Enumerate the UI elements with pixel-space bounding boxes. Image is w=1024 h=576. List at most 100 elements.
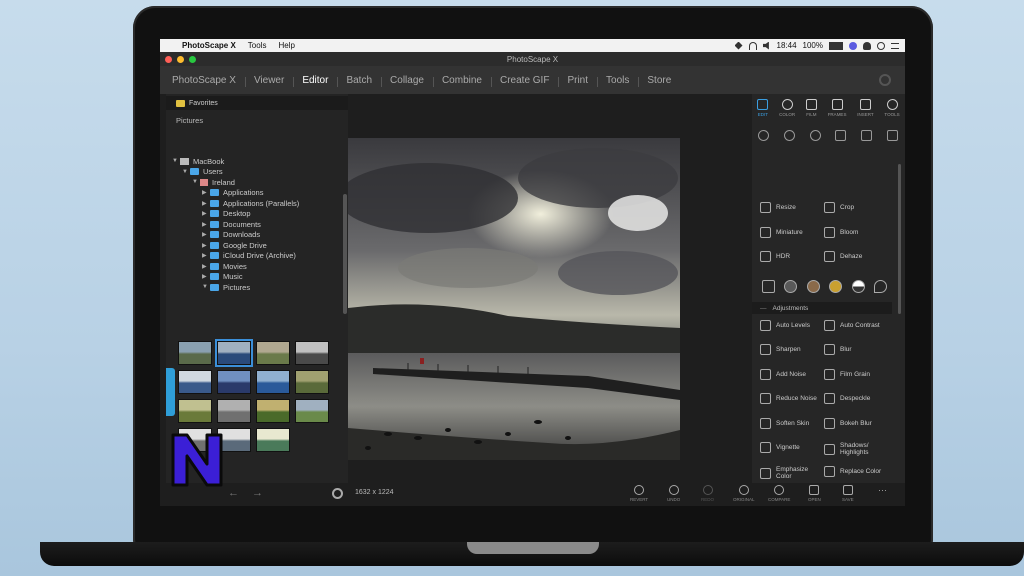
disclosure-closed-icon[interactable]: ▶ bbox=[202, 252, 210, 259]
tree-item[interactable]: ▶ Music bbox=[172, 272, 340, 283]
tab-print[interactable]: Print bbox=[558, 75, 597, 87]
filter-preset-3-icon[interactable] bbox=[829, 280, 843, 293]
tab-editor[interactable]: Editor bbox=[293, 75, 337, 87]
disclosure-closed-icon[interactable]: ▶ bbox=[202, 210, 210, 217]
thumbnail-image[interactable] bbox=[217, 370, 251, 394]
tree-item[interactable]: ▶ Google Drive bbox=[172, 240, 340, 251]
thumbnail-image[interactable] bbox=[256, 428, 290, 452]
menubar-tools[interactable]: Tools bbox=[242, 41, 273, 50]
tab-tools[interactable]: Tools bbox=[597, 75, 638, 87]
thumbnail-image[interactable] bbox=[178, 341, 212, 365]
tab-store[interactable]: Store bbox=[638, 75, 680, 87]
original-button[interactable]: ORIGINAL bbox=[733, 485, 755, 502]
thumbnail-image[interactable] bbox=[256, 399, 290, 423]
undo-button[interactable]: UNDO bbox=[667, 485, 680, 502]
tab-create-gif[interactable]: Create GIF bbox=[490, 75, 558, 87]
favorites-row[interactable]: Favorites bbox=[166, 96, 348, 110]
dropbox-icon[interactable] bbox=[734, 41, 743, 50]
edit-tool-item[interactable]: Blur bbox=[824, 344, 886, 356]
tree-item[interactable]: ▶ iCloud Drive (Archive) bbox=[172, 251, 340, 262]
collapse-panel-tab[interactable] bbox=[166, 368, 175, 416]
menubar-help[interactable]: Help bbox=[272, 41, 300, 50]
tree-item[interactable]: ▶ Applications (Parallels) bbox=[172, 198, 340, 209]
tab-batch[interactable]: Batch bbox=[337, 75, 381, 87]
thumbnail-image[interactable] bbox=[256, 341, 290, 365]
edit-tool-item[interactable]: Add Noise bbox=[760, 368, 822, 380]
disclosure-closed-icon[interactable]: ▶ bbox=[202, 273, 210, 280]
menubar-clock[interactable]: 18:44 bbox=[777, 41, 797, 50]
disclosure-open-icon[interactable]: ▼ bbox=[182, 169, 190, 175]
edit-tool-item[interactable]: Auto Levels bbox=[760, 320, 822, 331]
settings-icon[interactable] bbox=[332, 488, 343, 499]
tool-insert[interactable]: INSERT bbox=[857, 99, 874, 117]
tool-color[interactable]: COLOR bbox=[779, 99, 795, 117]
edited-photo[interactable] bbox=[348, 138, 680, 460]
edit-tool-item[interactable]: Miniature bbox=[760, 226, 822, 238]
edit-tool-item[interactable]: HDR bbox=[760, 251, 822, 262]
edit-tool-item[interactable]: Bloom bbox=[824, 226, 886, 238]
tree-item[interactable]: ▶ Movies bbox=[172, 261, 340, 272]
tree-scrollbar[interactable] bbox=[343, 194, 347, 314]
tree-item[interactable]: ▼ Pictures bbox=[172, 282, 340, 293]
edit-tool-item[interactable]: Auto Contrast bbox=[824, 320, 886, 331]
tree-item[interactable]: ▶ Downloads bbox=[172, 230, 340, 241]
tree-item[interactable]: ▶ Applications bbox=[172, 188, 340, 199]
editor-canvas[interactable] bbox=[348, 123, 752, 483]
rotate-left-icon[interactable] bbox=[758, 130, 769, 141]
disclosure-closed-icon[interactable]: ▶ bbox=[202, 231, 210, 238]
flip-vertical-icon[interactable] bbox=[886, 130, 898, 141]
list-icon[interactable] bbox=[762, 280, 775, 293]
wifi-icon[interactable] bbox=[748, 41, 757, 50]
disclosure-closed-icon[interactable]: ▶ bbox=[202, 242, 210, 249]
edit-tool-item[interactable]: Resize bbox=[760, 202, 822, 213]
tool-frames[interactable]: FRAMES bbox=[828, 99, 846, 117]
tool-edit[interactable]: EDIT bbox=[757, 99, 769, 117]
thumbnail-image[interactable] bbox=[295, 370, 329, 394]
edit-tool-item[interactable]: Emphasize Color bbox=[760, 466, 822, 480]
revert-button[interactable]: REVERT bbox=[630, 485, 648, 502]
edit-tool-item[interactable]: Vignette bbox=[760, 442, 822, 453]
save-button[interactable]: SAVE bbox=[842, 485, 854, 502]
disclosure-open-icon[interactable]: ▼ bbox=[192, 179, 200, 185]
disclosure-open-icon[interactable]: ▼ bbox=[202, 284, 210, 290]
filter-preset-4-icon[interactable] bbox=[851, 280, 865, 293]
battery-label[interactable]: 100% bbox=[803, 41, 823, 50]
thumbnail-image[interactable] bbox=[215, 339, 253, 367]
edit-tool-item[interactable]: Reduce Noise bbox=[760, 393, 822, 405]
edit-tool-item[interactable]: Dehaze bbox=[824, 251, 886, 262]
menubar-app-name[interactable]: PhotoScape X bbox=[176, 41, 242, 50]
open-button[interactable]: OPEN bbox=[808, 485, 821, 502]
redo-button[interactable]: REDO bbox=[701, 485, 714, 502]
drop-icon[interactable] bbox=[873, 280, 887, 293]
settings-gear-icon[interactable] bbox=[879, 74, 891, 86]
tab-combine[interactable]: Combine bbox=[432, 75, 491, 87]
filter-preset-2-icon[interactable] bbox=[806, 280, 820, 293]
adjustments-header[interactable]: — Adjustments bbox=[752, 302, 892, 314]
forward-arrow-icon[interactable]: → bbox=[252, 487, 263, 499]
rotate-free-icon[interactable] bbox=[809, 130, 821, 141]
thumbnail-image[interactable] bbox=[256, 370, 290, 394]
tree-item[interactable]: ▼ Users bbox=[172, 167, 340, 178]
edit-tool-item[interactable]: Film Grain bbox=[824, 368, 886, 380]
disclosure-closed-icon[interactable]: ▶ bbox=[202, 189, 210, 196]
spotlight-icon[interactable] bbox=[877, 41, 885, 50]
tab-collage[interactable]: Collage bbox=[381, 75, 433, 87]
edit-tool-item[interactable]: Shadows/ Highlights bbox=[824, 442, 886, 456]
thumbnail-image[interactable] bbox=[295, 399, 329, 423]
siri-icon[interactable] bbox=[849, 41, 857, 50]
tree-item[interactable]: ▼ Ireland bbox=[172, 177, 340, 188]
tree-item[interactable]: ▼ MacBook bbox=[172, 156, 340, 167]
edit-tool-item[interactable]: Crop bbox=[824, 202, 886, 213]
thumbnail-image[interactable] bbox=[178, 370, 212, 394]
more-button[interactable]: ··· bbox=[878, 485, 887, 495]
volume-icon[interactable] bbox=[762, 41, 769, 50]
thumbnail-image[interactable] bbox=[295, 341, 329, 365]
edit-tool-item[interactable]: Replace Color bbox=[824, 466, 886, 478]
disclosure-open-icon[interactable]: ▼ bbox=[172, 158, 180, 164]
edit-tool-item[interactable]: Sharpen bbox=[760, 344, 822, 356]
battery-icon[interactable] bbox=[829, 41, 843, 50]
straighten-icon[interactable] bbox=[835, 130, 847, 141]
tool-tools[interactable]: TOOLS bbox=[884, 99, 900, 117]
rotate-right-icon[interactable] bbox=[783, 130, 795, 141]
tab-photoscape-x[interactable]: PhotoScape X bbox=[160, 75, 245, 86]
